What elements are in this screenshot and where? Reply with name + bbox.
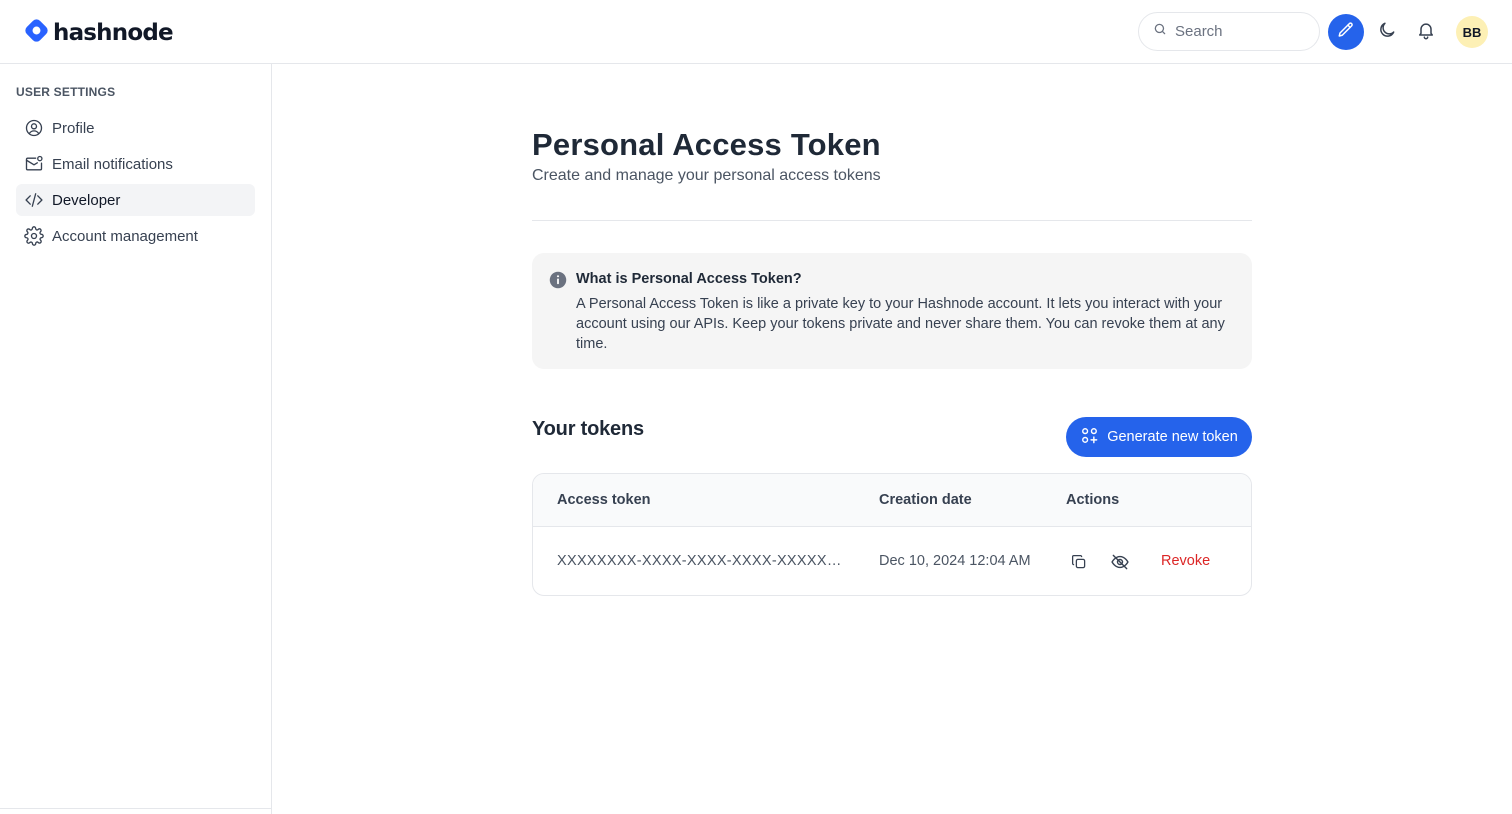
- info-icon: [549, 271, 567, 294]
- sidebar-item-label: Developer: [52, 191, 121, 209]
- top-header: hashnode BB: [0, 0, 1512, 64]
- column-header-actions: Actions: [1066, 492, 1120, 508]
- sidebar-heading: USER SETTINGS: [16, 85, 116, 99]
- hashnode-logo[interactable]: hashnode: [24, 18, 174, 48]
- info-title: What is Personal Access Token?: [576, 271, 802, 287]
- sidebar-item-profile[interactable]: Profile: [16, 112, 255, 144]
- token-value: XXXXXXXX-XXXX-XXXX-XXXX-XXXXXXXXXXXX: [557, 553, 849, 569]
- bell-icon: [1416, 20, 1436, 45]
- sidebar-divider: [0, 808, 272, 809]
- sidebar-item-developer[interactable]: Developer: [16, 184, 255, 216]
- page-subtitle: Create and manage your personal access t…: [532, 167, 881, 184]
- token-creation-date: Dec 10, 2024 12:04 AM: [879, 553, 1031, 569]
- user-circle-icon: [24, 118, 44, 138]
- info-callout: What is Personal Access Token? A Persona…: [532, 253, 1252, 369]
- search-box[interactable]: [1138, 12, 1320, 51]
- avatar[interactable]: BB: [1456, 16, 1488, 48]
- column-header-creation-date: Creation date: [879, 492, 972, 508]
- moon-icon: [1377, 20, 1397, 45]
- sidebar-item-email-notifications[interactable]: Email notifications: [16, 148, 255, 180]
- sidebar-item-account-management[interactable]: Account management: [16, 220, 255, 252]
- tokens-table: Access token Creation date Actions XXXXX…: [532, 473, 1252, 596]
- settings-sidebar: USER SETTINGS Profile Email notification…: [0, 64, 272, 814]
- generate-token-label: Generate new token: [1107, 429, 1238, 445]
- code-icon: [24, 190, 44, 210]
- hashnode-logo-icon: [24, 18, 49, 48]
- sidebar-item-label: Account management: [52, 227, 198, 245]
- copy-icon[interactable]: [1068, 551, 1090, 573]
- table-header: Access token Creation date Actions: [533, 474, 1251, 527]
- logo-text: hashnode: [53, 20, 174, 46]
- pencil-icon: [1337, 21, 1355, 44]
- generate-token-button[interactable]: Generate new token: [1066, 417, 1252, 457]
- page-title: Personal Access Token: [532, 127, 881, 162]
- sidebar-item-label: Email notifications: [52, 155, 173, 173]
- write-button[interactable]: [1328, 14, 1364, 50]
- notifications-button[interactable]: [1413, 19, 1439, 45]
- sidebar-item-label: Profile: [52, 119, 95, 137]
- revoke-button[interactable]: Revoke: [1161, 553, 1210, 569]
- token-grid-icon: [1080, 426, 1099, 449]
- theme-toggle-button[interactable]: [1374, 19, 1400, 45]
- eye-off-icon[interactable]: [1109, 551, 1131, 573]
- tokens-heading: Your tokens: [532, 418, 644, 440]
- section-divider: [532, 220, 1252, 221]
- mail-notification-icon: [24, 154, 44, 174]
- search-input[interactable]: [1175, 23, 1305, 40]
- search-icon: [1153, 22, 1167, 41]
- info-text: A Personal Access Token is like a privat…: [576, 296, 1225, 352]
- column-header-access-token: Access token: [557, 492, 651, 508]
- gear-icon: [24, 226, 44, 246]
